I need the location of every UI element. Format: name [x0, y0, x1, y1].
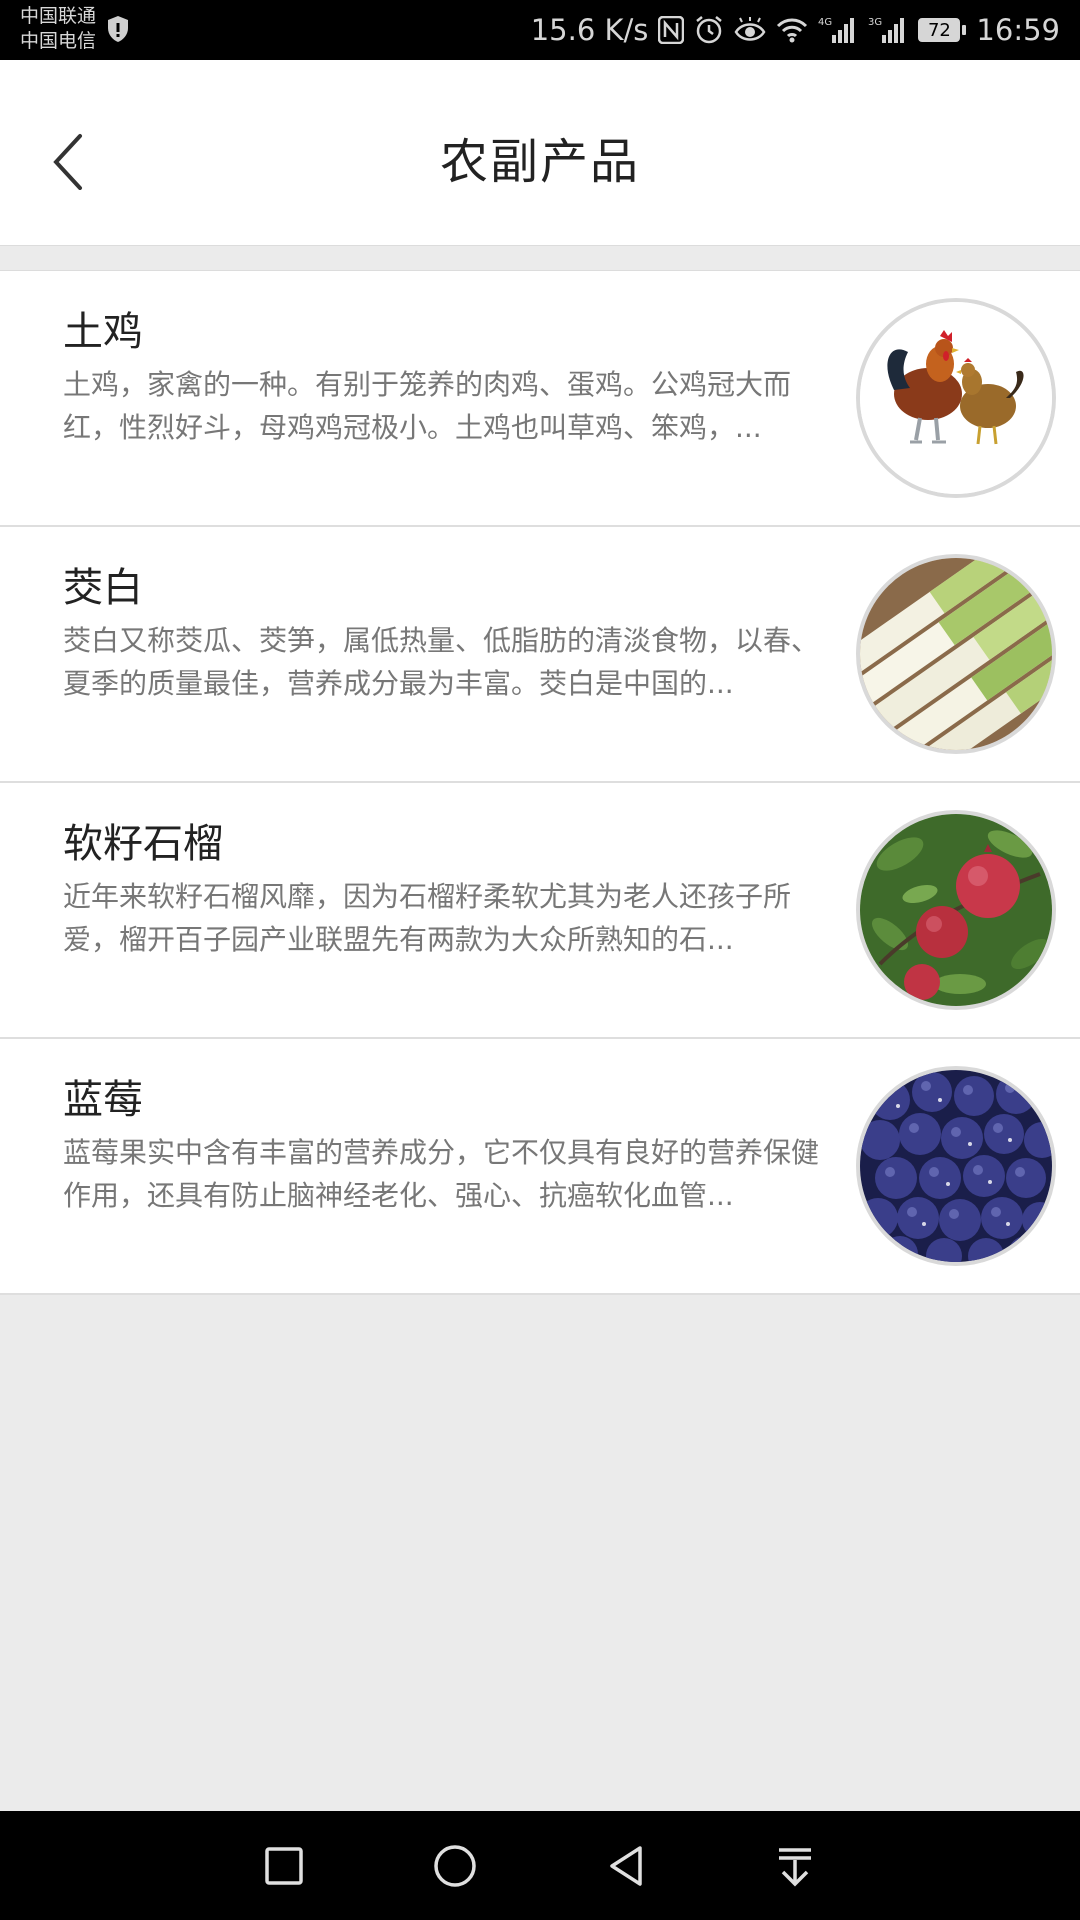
carrier-info: 中国联通 中国电信: [20, 4, 96, 54]
item-title: 蓝莓: [63, 1077, 143, 1123]
pomegranate-image: [856, 810, 1056, 1010]
item-description: 茭白又称茭瓜、茭笋，属低热量、低脂肪的清淡食物，以春、夏季的质量最佳，营养成分最…: [63, 624, 820, 700]
wifi-icon: [776, 17, 808, 43]
product-list: 土鸡 土鸡，家禽的一种。有别于笼养的肉鸡、蛋鸡。公鸡冠大而红，性烈好斗，母鸡鸡冠…: [0, 270, 1080, 1295]
circle-icon: [434, 1845, 476, 1887]
home-button[interactable]: [425, 1839, 485, 1893]
eye-comfort-icon: [734, 17, 766, 43]
signal-3g-icon: 3G: [868, 15, 908, 45]
carrier-2: 中国电信: [20, 30, 97, 52]
app-header: 农副产品: [0, 60, 1080, 246]
page-title: 农副产品: [439, 134, 640, 190]
system-navigation-bar: [0, 1811, 1080, 1920]
chicken-image: [856, 298, 1056, 498]
square-icon: [265, 1847, 303, 1885]
carrier-1: 中国联通: [20, 5, 97, 27]
notification-pulldown-button[interactable]: [765, 1839, 825, 1893]
status-bar: 中国联通 中国电信 15.6 K/s 4G 3G 72 16:59: [0, 0, 1080, 60]
back-nav-button[interactable]: [596, 1839, 656, 1893]
water-bamboo-image: [856, 554, 1056, 754]
shield-icon: [108, 16, 128, 42]
nfc-icon: [658, 16, 685, 44]
list-item-blueberry[interactable]: 蓝莓 蓝莓果实中含有丰富的营养成分，它不仅具有良好的营养保健作用，还具有防止脑神…: [0, 1039, 1080, 1295]
battery-icon: 72: [918, 18, 967, 42]
signal-4g-icon: 4G: [818, 15, 858, 45]
alarm-icon: [694, 15, 724, 45]
battery-level: 72: [918, 18, 961, 42]
item-description: 近年来软籽石榴风靡，因为石榴籽柔软尤其为老人还孩子所爱，榴开百子园产业联盟先有两…: [63, 880, 792, 956]
recent-apps-button[interactable]: [254, 1839, 314, 1893]
list-item-chicken[interactable]: 土鸡 土鸡，家禽的一种。有别于笼养的肉鸡、蛋鸡。公鸡冠大而红，性烈好斗，母鸡鸡冠…: [0, 271, 1080, 527]
item-title: 茭白: [63, 565, 143, 611]
item-title: 土鸡: [63, 309, 143, 355]
network-speed: 15.6 K/s: [530, 13, 649, 47]
status-icons: 15.6 K/s 4G 3G 72 16:59: [531, 0, 1060, 60]
item-description: 土鸡，家禽的一种。有别于笼养的肉鸡、蛋鸡。公鸡冠大而红，性烈好斗，母鸡鸡冠极小。…: [63, 368, 792, 444]
item-title: 软籽石榴: [63, 821, 223, 867]
clock: 16:59: [976, 13, 1060, 47]
blueberry-image: [856, 1066, 1056, 1266]
signal-3g-label: 3G: [868, 17, 882, 28]
list-item-water-bamboo[interactable]: 茭白 茭白又称茭瓜、茭笋，属低热量、低脂肪的清淡食物，以春、夏季的质量最佳，营养…: [0, 527, 1080, 783]
list-item-pomegranate[interactable]: 软籽石榴 近年来软籽石榴风靡，因为石榴籽柔软尤其为老人还孩子所爱，榴开百子园产业…: [0, 783, 1080, 1039]
triangle-back-icon: [610, 1846, 642, 1886]
item-description: 蓝莓果实中含有丰富的营养成分，它不仅具有良好的营养保健作用，还具有防止脑神经老化…: [63, 1136, 820, 1212]
pull-down-icon: [779, 1848, 811, 1887]
signal-4g-label: 4G: [818, 17, 832, 28]
